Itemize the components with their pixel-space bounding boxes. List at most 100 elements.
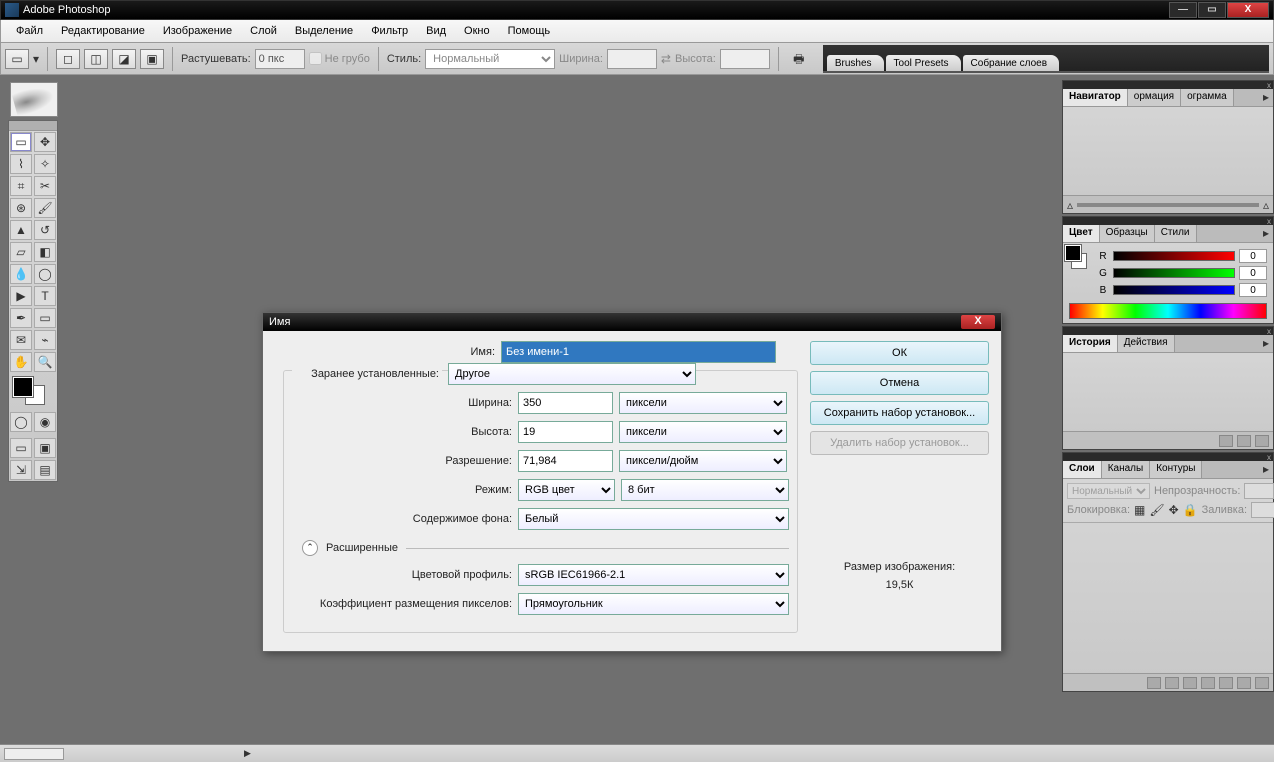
- menu-image[interactable]: Изображение: [154, 22, 241, 40]
- r-slider[interactable]: [1113, 251, 1235, 261]
- mini-swatches[interactable]: [1065, 245, 1089, 301]
- ok-button[interactable]: ОК: [810, 341, 989, 365]
- new-doc-from-state-icon[interactable]: [1219, 435, 1233, 447]
- wand-tool[interactable]: ✧: [34, 154, 56, 174]
- panel-menu-icon[interactable]: ▸: [1259, 225, 1273, 242]
- path-select-tool[interactable]: ▶: [10, 286, 32, 306]
- tab-paths[interactable]: Контуры: [1150, 461, 1202, 478]
- tab-history[interactable]: История: [1063, 335, 1118, 352]
- opacity-input[interactable]: [1244, 483, 1274, 499]
- screen-mode-3-icon[interactable]: ▤: [34, 460, 56, 480]
- layer-mask-icon[interactable]: [1183, 677, 1197, 689]
- lasso-tool[interactable]: ⌇: [10, 154, 32, 174]
- quickmask-mode-icon[interactable]: ◉: [34, 412, 56, 432]
- print-icon[interactable]: 🖶: [787, 49, 811, 69]
- r-value[interactable]: 0: [1239, 249, 1267, 263]
- b-value[interactable]: 0: [1239, 283, 1267, 297]
- tab-swatches[interactable]: Образцы: [1100, 225, 1155, 242]
- zoom-level-field[interactable]: [4, 748, 64, 760]
- width-unit-select[interactable]: пиксели: [619, 392, 787, 414]
- antialias-checkbox[interactable]: Не грубо: [309, 52, 370, 65]
- subtract-selection-icon[interactable]: ◪: [112, 49, 136, 69]
- new-layer-icon[interactable]: [1237, 677, 1251, 689]
- link-layers-icon[interactable]: [1147, 677, 1161, 689]
- adjustment-layer-icon[interactable]: [1219, 677, 1233, 689]
- aspect-select[interactable]: Прямоугольник: [518, 593, 789, 615]
- feather-input[interactable]: [255, 49, 305, 69]
- foreground-swatch[interactable]: [13, 377, 33, 397]
- fill-input[interactable]: [1251, 502, 1274, 518]
- lock-pixels-icon[interactable]: 🖌: [1149, 504, 1164, 516]
- menu-edit[interactable]: Редактирование: [52, 22, 154, 40]
- depth-select[interactable]: 8 бит: [621, 479, 789, 501]
- dialog-close-icon[interactable]: X: [961, 315, 995, 329]
- color-spectrum[interactable]: [1069, 303, 1267, 319]
- profile-select[interactable]: sRGB IEC61966-2.1: [518, 564, 789, 586]
- brush-tool[interactable]: 🖌: [34, 198, 56, 218]
- status-menu-icon[interactable]: ▶: [244, 748, 251, 759]
- layer-style-icon[interactable]: [1165, 677, 1179, 689]
- notes-tool[interactable]: ✉: [10, 330, 32, 350]
- panel-menu-icon[interactable]: ▸: [1259, 335, 1273, 352]
- pen-tool[interactable]: ✒: [10, 308, 32, 328]
- tab-brushes[interactable]: Brushes: [827, 55, 884, 71]
- crop-tool[interactable]: ⌗: [10, 176, 32, 196]
- screen-mode-2-icon[interactable]: ▣: [34, 438, 56, 458]
- intersect-selection-icon[interactable]: ▣: [140, 49, 164, 69]
- tab-info[interactable]: ормация: [1128, 89, 1181, 106]
- dialog-titlebar[interactable]: Имя X: [263, 313, 1001, 331]
- name-input[interactable]: [501, 341, 776, 363]
- zoom-slider[interactable]: [1077, 203, 1259, 207]
- delete-layer-icon[interactable]: [1255, 677, 1269, 689]
- standard-mode-icon[interactable]: ◯: [10, 412, 32, 432]
- panel-menu-icon[interactable]: ▸: [1259, 89, 1273, 106]
- new-selection-icon[interactable]: ◻: [56, 49, 80, 69]
- marquee-tool[interactable]: ▭: [10, 132, 32, 152]
- dodge-tool[interactable]: ◯: [34, 264, 56, 284]
- menu-file[interactable]: Файл: [7, 22, 52, 40]
- close-button[interactable]: X: [1227, 2, 1269, 18]
- resolution-unit-select[interactable]: пиксели/дюйм: [619, 450, 787, 472]
- toolbox-grip[interactable]: [9, 121, 57, 131]
- eraser-tool[interactable]: ▱: [10, 242, 32, 262]
- blend-mode-select[interactable]: Нормальный: [1067, 483, 1150, 499]
- tab-color[interactable]: Цвет: [1063, 225, 1100, 242]
- tab-navigator[interactable]: Навигатор: [1063, 89, 1128, 106]
- b-slider[interactable]: [1113, 285, 1235, 295]
- g-slider[interactable]: [1113, 268, 1235, 278]
- new-group-icon[interactable]: [1201, 677, 1215, 689]
- menu-layer[interactable]: Слой: [241, 22, 286, 40]
- screen-mode-1-icon[interactable]: ▭: [10, 438, 32, 458]
- add-selection-icon[interactable]: ◫: [84, 49, 108, 69]
- lock-all-icon[interactable]: 🔒: [1183, 504, 1198, 516]
- background-select[interactable]: Белый: [518, 508, 789, 530]
- width-input[interactable]: [518, 392, 613, 414]
- new-snapshot-icon[interactable]: [1237, 435, 1251, 447]
- menu-view[interactable]: Вид: [417, 22, 455, 40]
- zoom-in-icon[interactable]: ▵: [1263, 199, 1269, 211]
- style-select[interactable]: Нормальный: [425, 49, 555, 69]
- tab-channels[interactable]: Каналы: [1102, 461, 1151, 478]
- swap-dimensions-icon[interactable]: ⇄: [661, 53, 671, 65]
- tab-layer-comps[interactable]: Собрание слоев: [963, 55, 1059, 71]
- resolution-input[interactable]: [518, 450, 613, 472]
- height-input[interactable]: [720, 49, 770, 69]
- shape-tool[interactable]: ▭: [34, 308, 56, 328]
- tab-layers[interactable]: Слои: [1063, 461, 1102, 478]
- mode-select[interactable]: RGB цвет: [518, 479, 615, 501]
- heal-tool[interactable]: ⊛: [10, 198, 32, 218]
- zoom-tool[interactable]: 🔍: [34, 352, 56, 372]
- zoom-out-icon[interactable]: ▵: [1067, 199, 1073, 211]
- lock-transparent-icon[interactable]: ▦: [1134, 504, 1145, 516]
- height-unit-select[interactable]: пиксели: [619, 421, 787, 443]
- stamp-tool[interactable]: ▲: [10, 220, 32, 240]
- lock-position-icon[interactable]: ✥: [1169, 504, 1179, 516]
- height-input[interactable]: [518, 421, 613, 443]
- tab-tool-presets[interactable]: Tool Presets: [886, 55, 961, 71]
- advanced-toggle[interactable]: ⌃: [302, 540, 318, 556]
- menu-window[interactable]: Окно: [455, 22, 499, 40]
- slice-tool[interactable]: ✂: [34, 176, 56, 196]
- panel-menu-icon[interactable]: ▸: [1259, 461, 1273, 478]
- dropdown-icon[interactable]: ▾: [33, 53, 39, 65]
- move-tool[interactable]: ✥: [34, 132, 56, 152]
